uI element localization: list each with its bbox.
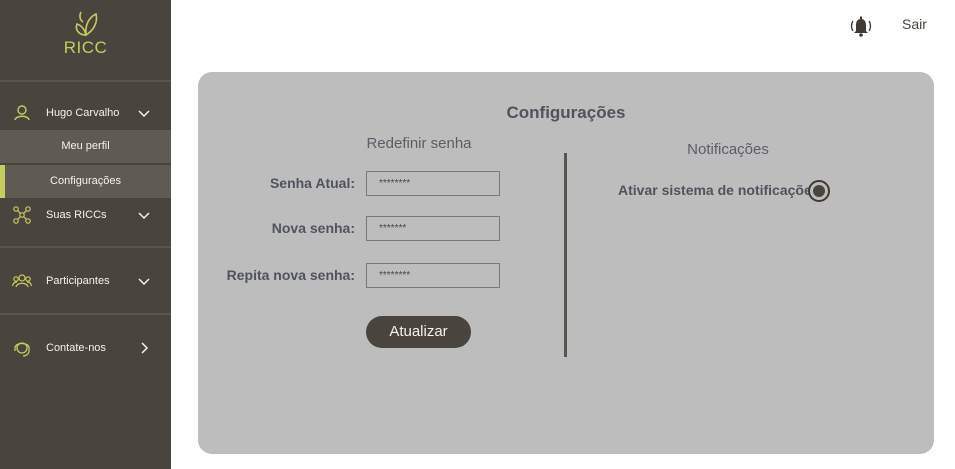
settings-panel: Configurações Redefinir senha Senha Atua…: [198, 72, 934, 454]
sidebar-item-label: Suas RICCs: [46, 209, 107, 221]
sidebar-item-participants[interactable]: Participantes: [0, 266, 171, 296]
sidebar-divider: [0, 246, 171, 248]
repeat-password-label: Repita nova senha:: [226, 267, 355, 283]
logo-text: RICC: [63, 38, 108, 57]
notifications-toggle-label: Ativar sistema de notificações:: [618, 182, 825, 198]
sidebar-item-user[interactable]: Hugo Carvalho: [0, 98, 171, 128]
notifications-section-title: Notificações: [687, 141, 769, 158]
sidebar-subitem-profile[interactable]: Meu perfil: [0, 130, 171, 163]
new-password-label: Nova senha:: [271, 220, 355, 236]
chevron-right-icon: [141, 342, 149, 354]
sidebar-item-contact[interactable]: Contate-nos: [0, 333, 171, 363]
chevron-down-icon: [138, 212, 150, 220]
sidebar-divider: [0, 313, 171, 315]
sidebar-item-user-label: Hugo Carvalho: [46, 107, 120, 119]
chevron-down-icon: [138, 110, 150, 118]
current-password-field[interactable]: ********: [366, 171, 500, 196]
notifications-toggle[interactable]: [808, 180, 830, 202]
people-icon: [12, 274, 32, 288]
sidebar-item-riccs[interactable]: Suas RICCs: [0, 200, 171, 230]
update-password-button[interactable]: Atualizar: [366, 316, 471, 348]
bell-icon[interactable]: [849, 15, 873, 37]
network-icon: [13, 206, 31, 224]
section-divider: [564, 153, 567, 357]
current-password-label: Senha Atual:: [269, 175, 355, 191]
chevron-down-icon: [138, 278, 150, 286]
user-icon: [14, 105, 30, 121]
password-section-title: Redefinir senha: [366, 135, 472, 152]
logo[interactable]: RICC: [0, 8, 171, 68]
sidebar-subitem-label: Meu perfil: [61, 140, 110, 152]
new-password-field[interactable]: *******: [366, 216, 500, 241]
sidebar-divider: [0, 80, 171, 82]
sidebar: RICC Hugo Carvalho Meu perfil Configuraç…: [0, 0, 171, 469]
sidebar-item-label: Contate-nos: [46, 342, 106, 354]
logout-link[interactable]: Sair: [902, 16, 927, 32]
leaf-logo-icon: [75, 11, 97, 37]
repeat-password-field[interactable]: ********: [366, 263, 500, 288]
sidebar-item-label: Participantes: [46, 275, 110, 287]
headset-icon: [14, 342, 30, 357]
sidebar-subitem-label: Configurações: [50, 175, 121, 187]
sidebar-subitem-settings[interactable]: Configurações: [0, 165, 171, 198]
page-title: Configurações: [506, 103, 626, 122]
